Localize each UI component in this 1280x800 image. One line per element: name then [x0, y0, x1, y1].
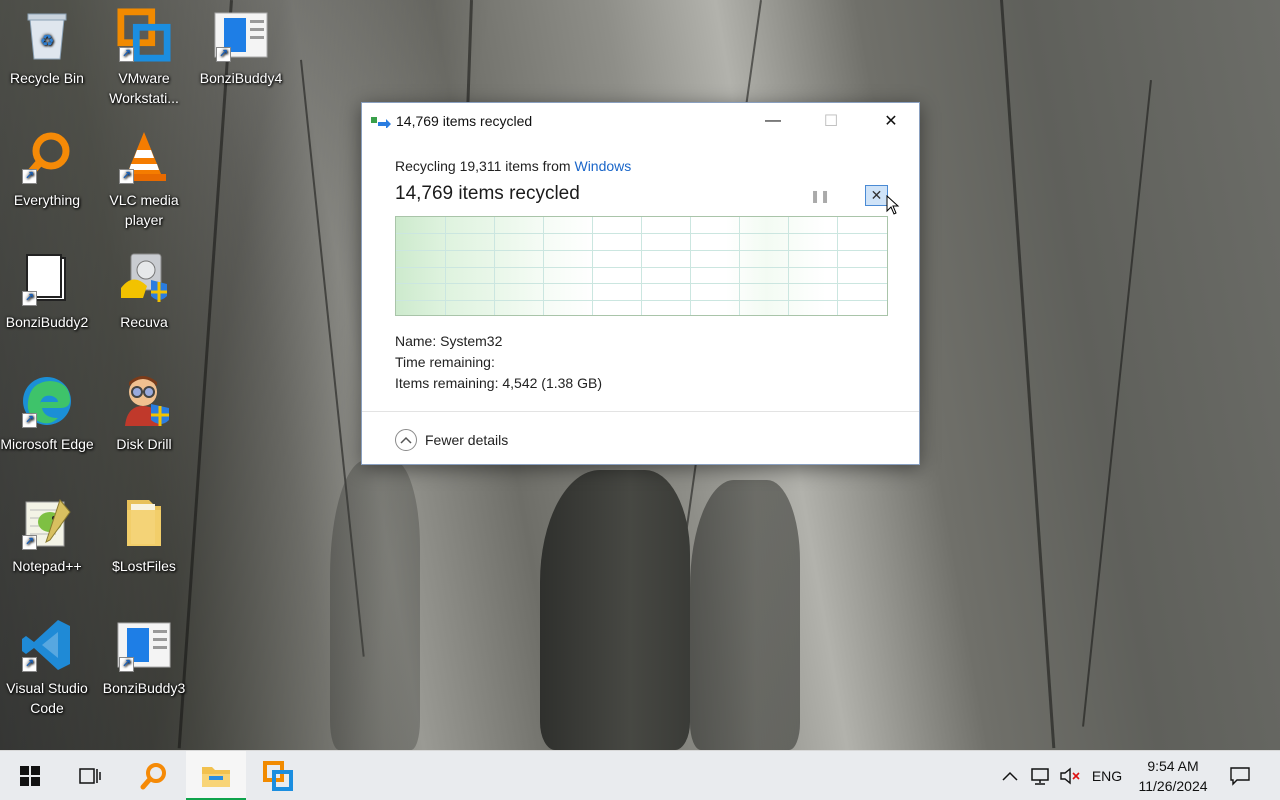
dialog-titlebar[interactable]: 14,769 items recycled — ☐ ✕ [362, 103, 919, 139]
dialog-title: 14,769 items recycled [396, 113, 533, 129]
detail-items-row: Items remaining: 4,542 (1.38 GB) [395, 373, 602, 394]
shortcut-arrow-icon: ↗ [22, 291, 37, 306]
magnifier-icon [140, 763, 166, 790]
shortcut-arrow-icon: ↗ [22, 535, 37, 550]
chevron-up-icon [1002, 771, 1018, 781]
detail-name-row: Name: System32 [395, 331, 602, 352]
desktop-icon-recycle-bin[interactable]: ♻ Recycle Bin [0, 8, 94, 88]
shortcut-arrow-icon: ↗ [216, 47, 231, 62]
taskbar-file-explorer-button[interactable] [186, 751, 246, 800]
recycle-progress-dialog: 14,769 items recycled — ☐ ✕ Recycling 19… [361, 102, 920, 465]
svg-text:♻: ♻ [40, 33, 54, 50]
detail-time-row: Time remaining: [395, 352, 602, 373]
shortcut-arrow-icon: ↗ [119, 169, 134, 184]
desktop-icon-bonzibuddy4[interactable]: ↗ BonziBuddy4 [194, 8, 288, 88]
hard-drive-icon [117, 252, 171, 306]
vmware-icon [263, 761, 293, 791]
file-icon: ↗ [214, 8, 268, 62]
windows-logo-icon [20, 766, 40, 786]
minimize-button[interactable]: — [744, 103, 802, 139]
shortcut-arrow-icon: ↗ [22, 413, 37, 428]
detail-items-value: 4,542 (1.38 GB) [502, 375, 602, 391]
desktop-icon-bonzibuddy2[interactable]: ↗ BonziBuddy2 [0, 252, 94, 332]
desktop-icon-disk-drill[interactable]: Disk Drill [97, 374, 191, 454]
shortcut-arrow-icon: ↗ [22, 169, 37, 184]
shortcut-arrow-icon: ↗ [22, 657, 37, 672]
notification-icon [1230, 767, 1250, 786]
clock-date: 11/26/2024 [1138, 778, 1208, 794]
desktop-icon-edge[interactable]: ↗ Microsoft Edge [0, 374, 94, 454]
network-icon [1031, 768, 1049, 785]
desktop-icon-notepadpp[interactable]: ↗ Notepad++ [0, 496, 94, 576]
folder-icon [117, 496, 171, 550]
desktop-icon-lostfiles[interactable]: $LostFiles [97, 496, 191, 576]
detail-items-label: Items remaining: [395, 375, 499, 391]
detail-name-label: Name: [395, 333, 437, 349]
detail-time-label: Time remaining: [395, 354, 495, 370]
start-button[interactable] [0, 751, 60, 800]
show-hidden-icons-button[interactable] [996, 751, 1024, 800]
desktop-icon-everything[interactable]: ↗ Everything [0, 130, 94, 210]
desktop-icon-vmware[interactable]: ↗ VMware Workstati... [97, 8, 191, 108]
mouse-cursor-icon [886, 195, 900, 215]
input-language-indicator[interactable]: ENG [1088, 751, 1126, 800]
desktop-icon-vscode[interactable]: ↗ Visual Studio Code [0, 618, 94, 718]
desktop-icon-bonzibuddy3[interactable]: ↗ BonziBuddy3 [97, 618, 191, 698]
taskbar-clock[interactable]: 9:54 AM 11/26/2024 [1128, 756, 1218, 796]
fewer-details-label: Fewer details [425, 432, 509, 448]
cancel-operation-button[interactable]: ✕ [865, 185, 888, 206]
recycling-status-line: Recycling 19,311 items from Windows [395, 158, 631, 174]
transfer-speed-graph [395, 216, 888, 316]
task-view-icon [79, 768, 101, 784]
file-icon: ↗ [20, 252, 74, 306]
traffic-cone-icon: ↗ [117, 130, 171, 184]
detail-name-value: System32 [440, 333, 503, 349]
maximize-button[interactable]: ☐ [802, 103, 860, 139]
action-center-button[interactable] [1222, 751, 1258, 800]
volume-icon-button[interactable] [1056, 751, 1084, 800]
taskbar-vmware-button[interactable] [248, 751, 308, 800]
desktop-icon-recuva[interactable]: Recuva [97, 252, 191, 332]
edge-browser-icon: ↗ [20, 374, 74, 428]
taskbar: ENG 9:54 AM 11/26/2024 [0, 750, 1280, 800]
file-transfer-icon [371, 117, 391, 128]
shortcut-arrow-icon: ↗ [119, 657, 134, 672]
taskbar-everything-button[interactable] [124, 751, 184, 800]
network-icon-button[interactable] [1026, 751, 1056, 800]
notepad-plus-plus-icon: ↗ [20, 496, 74, 550]
speaker-muted-icon [1060, 767, 1080, 785]
recycling-status-text: Recycling 19,311 items from [395, 158, 575, 174]
disk-drill-avatar-icon [117, 374, 171, 428]
dialog-separator [362, 411, 919, 412]
magnifier-icon: ↗ [20, 130, 74, 184]
chevron-up-icon [395, 429, 417, 451]
pause-button[interactable]: ❚❚ [810, 187, 830, 205]
shortcut-arrow-icon: ↗ [119, 47, 134, 62]
fewer-details-toggle[interactable]: Fewer details [395, 428, 508, 452]
vmware-icon: ↗ [117, 8, 171, 62]
desktop-icon-vlc[interactable]: ↗ VLC media player [97, 130, 191, 230]
task-view-button[interactable] [60, 751, 120, 800]
details-panel: Name: System32 Time remaining: Items rem… [395, 331, 602, 394]
close-button[interactable]: ✕ [862, 103, 920, 139]
progress-headline: 14,769 items recycled [395, 183, 580, 204]
recycle-bin-icon: ♻ [20, 8, 74, 62]
clock-time: 9:54 AM [1147, 758, 1199, 774]
file-icon: ↗ [117, 618, 171, 672]
vscode-icon: ↗ [20, 618, 74, 672]
folder-icon [202, 767, 230, 787]
source-folder-link[interactable]: Windows [574, 158, 631, 174]
